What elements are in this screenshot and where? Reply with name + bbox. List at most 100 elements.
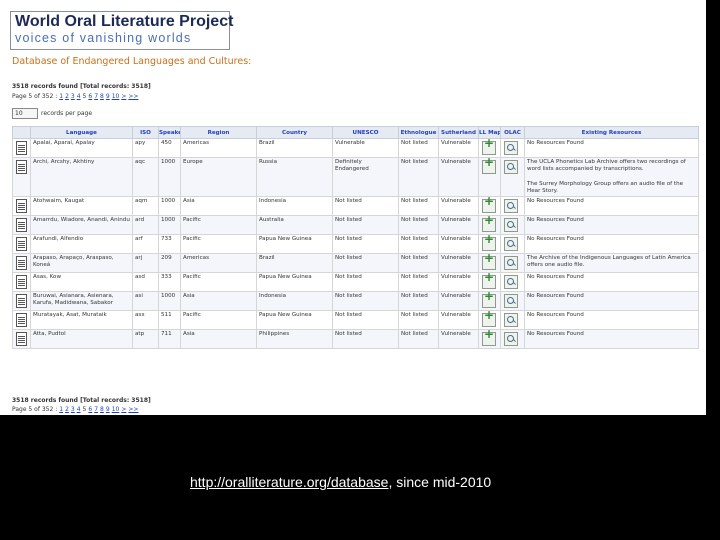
resources-cell: The Archive of the Indigenous Languages … xyxy=(524,253,699,273)
page-link[interactable]: > xyxy=(121,93,126,100)
page-link[interactable]: 9 xyxy=(106,406,110,413)
page-link[interactable]: 2 xyxy=(65,93,69,100)
ethnologue-cell: Not listed xyxy=(398,310,439,330)
column-header[interactable]: Language xyxy=(30,126,133,139)
resources-cell: No Resources Found xyxy=(524,234,699,254)
search-icon[interactable] xyxy=(504,141,518,155)
page-link[interactable]: 2 xyxy=(65,406,69,413)
unesco-cell: Not listed xyxy=(332,310,399,330)
add-icon[interactable] xyxy=(482,217,496,232)
language-cell: Atta, Pudtol xyxy=(30,329,133,349)
ethnologue-cell: Not listed xyxy=(398,253,439,273)
caption-url-link[interactable]: http://oralliterature.org/database xyxy=(190,474,388,490)
resources-text: No Resources Found xyxy=(527,293,584,299)
unesco-cell: Not listed xyxy=(332,215,399,235)
search-icon[interactable] xyxy=(504,218,518,232)
page-link[interactable]: 1 xyxy=(59,406,63,413)
llmap-cell xyxy=(478,157,501,197)
page-link[interactable]: 6 xyxy=(88,93,92,100)
sutherland-cell: Vulnerable xyxy=(438,291,479,311)
sutherland-cell: Vulnerable xyxy=(438,157,479,197)
speakers-cell: 733 xyxy=(158,234,181,254)
page-link[interactable]: 3 xyxy=(71,406,75,413)
add-icon[interactable] xyxy=(482,274,496,289)
region-cell: Pacific xyxy=(180,310,257,330)
ethnologue-cell: Not listed xyxy=(398,329,439,349)
page-link[interactable]: 7 xyxy=(94,93,98,100)
speakers-cell: 1000 xyxy=(158,157,181,197)
add-icon[interactable] xyxy=(482,331,496,346)
page-link[interactable]: 4 xyxy=(77,93,81,100)
search-icon[interactable] xyxy=(504,275,518,289)
search-icon[interactable] xyxy=(504,237,518,251)
search-icon[interactable] xyxy=(504,313,518,327)
search-icon[interactable] xyxy=(504,256,518,270)
document-icon[interactable] xyxy=(16,141,27,155)
add-icon[interactable] xyxy=(482,312,496,327)
page-link[interactable]: >> xyxy=(128,93,138,100)
column-header[interactable]: Ethnologue xyxy=(398,126,439,139)
per-page-select[interactable]: 10 xyxy=(12,108,38,119)
country-cell: Indonesia xyxy=(256,291,333,311)
page-link[interactable]: 9 xyxy=(106,93,110,100)
document-icon[interactable] xyxy=(16,237,27,251)
resources-text: The Archive of the Indigenous Languages … xyxy=(527,255,691,268)
row-doc-cell xyxy=(12,234,31,254)
speakers-cell: 1000 xyxy=(158,215,181,235)
page-link[interactable]: 6 xyxy=(88,406,92,413)
country-cell: Russia xyxy=(256,157,333,197)
speakers-cell: 511 xyxy=(158,310,181,330)
column-header[interactable]: Sutherland xyxy=(438,126,479,139)
column-header[interactable]: Speakers xyxy=(158,126,181,139)
page-link[interactable]: 10 xyxy=(112,406,120,413)
page-link[interactable]: 7 xyxy=(94,406,98,413)
add-icon[interactable] xyxy=(482,159,496,174)
olac-cell xyxy=(500,253,525,273)
document-icon[interactable] xyxy=(16,199,27,213)
add-icon[interactable] xyxy=(482,255,496,270)
document-icon[interactable] xyxy=(16,256,27,270)
column-header[interactable]: LL Map xyxy=(478,126,501,139)
database-title: Database of Endangered Languages and Cul… xyxy=(12,56,252,67)
column-header[interactable]: OLAC xyxy=(500,126,525,139)
page-link[interactable]: 1 xyxy=(59,93,63,100)
document-icon[interactable] xyxy=(16,275,27,289)
document-icon[interactable] xyxy=(16,218,27,232)
column-header[interactable]: Existing Resources xyxy=(524,126,699,139)
language-cell: Archi, Arcshy, Akhtiny xyxy=(30,157,133,197)
add-icon[interactable] xyxy=(482,198,496,213)
table-row: Muratayak, Asat, Murataik asx 511 Pacific Pa… xyxy=(12,310,699,330)
languages-table: LanguageISOSpeakersRegionCountryUNESCOEt… xyxy=(12,126,699,349)
records-count-bottom: 3518 records found [Total records: 3518] xyxy=(12,397,151,404)
column-header[interactable]: ISO xyxy=(132,126,159,139)
add-icon[interactable] xyxy=(482,236,496,251)
add-icon[interactable] xyxy=(482,140,496,155)
document-icon[interactable] xyxy=(16,313,27,327)
search-icon[interactable] xyxy=(504,199,518,213)
region-cell: Americas xyxy=(180,253,257,273)
column-header[interactable]: Country xyxy=(256,126,333,139)
document-icon[interactable] xyxy=(16,332,27,346)
llmap-cell xyxy=(478,310,501,330)
document-icon[interactable] xyxy=(16,294,27,308)
resources-cell: No Resources Found xyxy=(524,138,699,158)
ethnologue-cell: Not listed xyxy=(398,196,439,216)
column-header[interactable]: Region xyxy=(180,126,257,139)
page-link[interactable]: 3 xyxy=(71,93,75,100)
page-link[interactable]: 4 xyxy=(77,406,81,413)
iso-cell: asd xyxy=(132,272,159,292)
page-link[interactable]: 10 xyxy=(112,93,120,100)
search-icon[interactable] xyxy=(504,332,518,346)
unesco-cell: Vulnerable xyxy=(332,138,399,158)
add-icon[interactable] xyxy=(482,293,496,308)
country-cell: Australia xyxy=(256,215,333,235)
search-icon[interactable] xyxy=(504,294,518,308)
search-icon[interactable] xyxy=(504,160,518,174)
document-icon[interactable] xyxy=(16,160,27,174)
page-link[interactable]: > xyxy=(121,406,126,413)
page-link[interactable]: 8 xyxy=(100,93,104,100)
page-link[interactable]: 8 xyxy=(100,406,104,413)
ethnologue-cell: Not listed xyxy=(398,291,439,311)
column-header[interactable]: UNESCO xyxy=(332,126,399,139)
page-link[interactable]: >> xyxy=(128,406,138,413)
